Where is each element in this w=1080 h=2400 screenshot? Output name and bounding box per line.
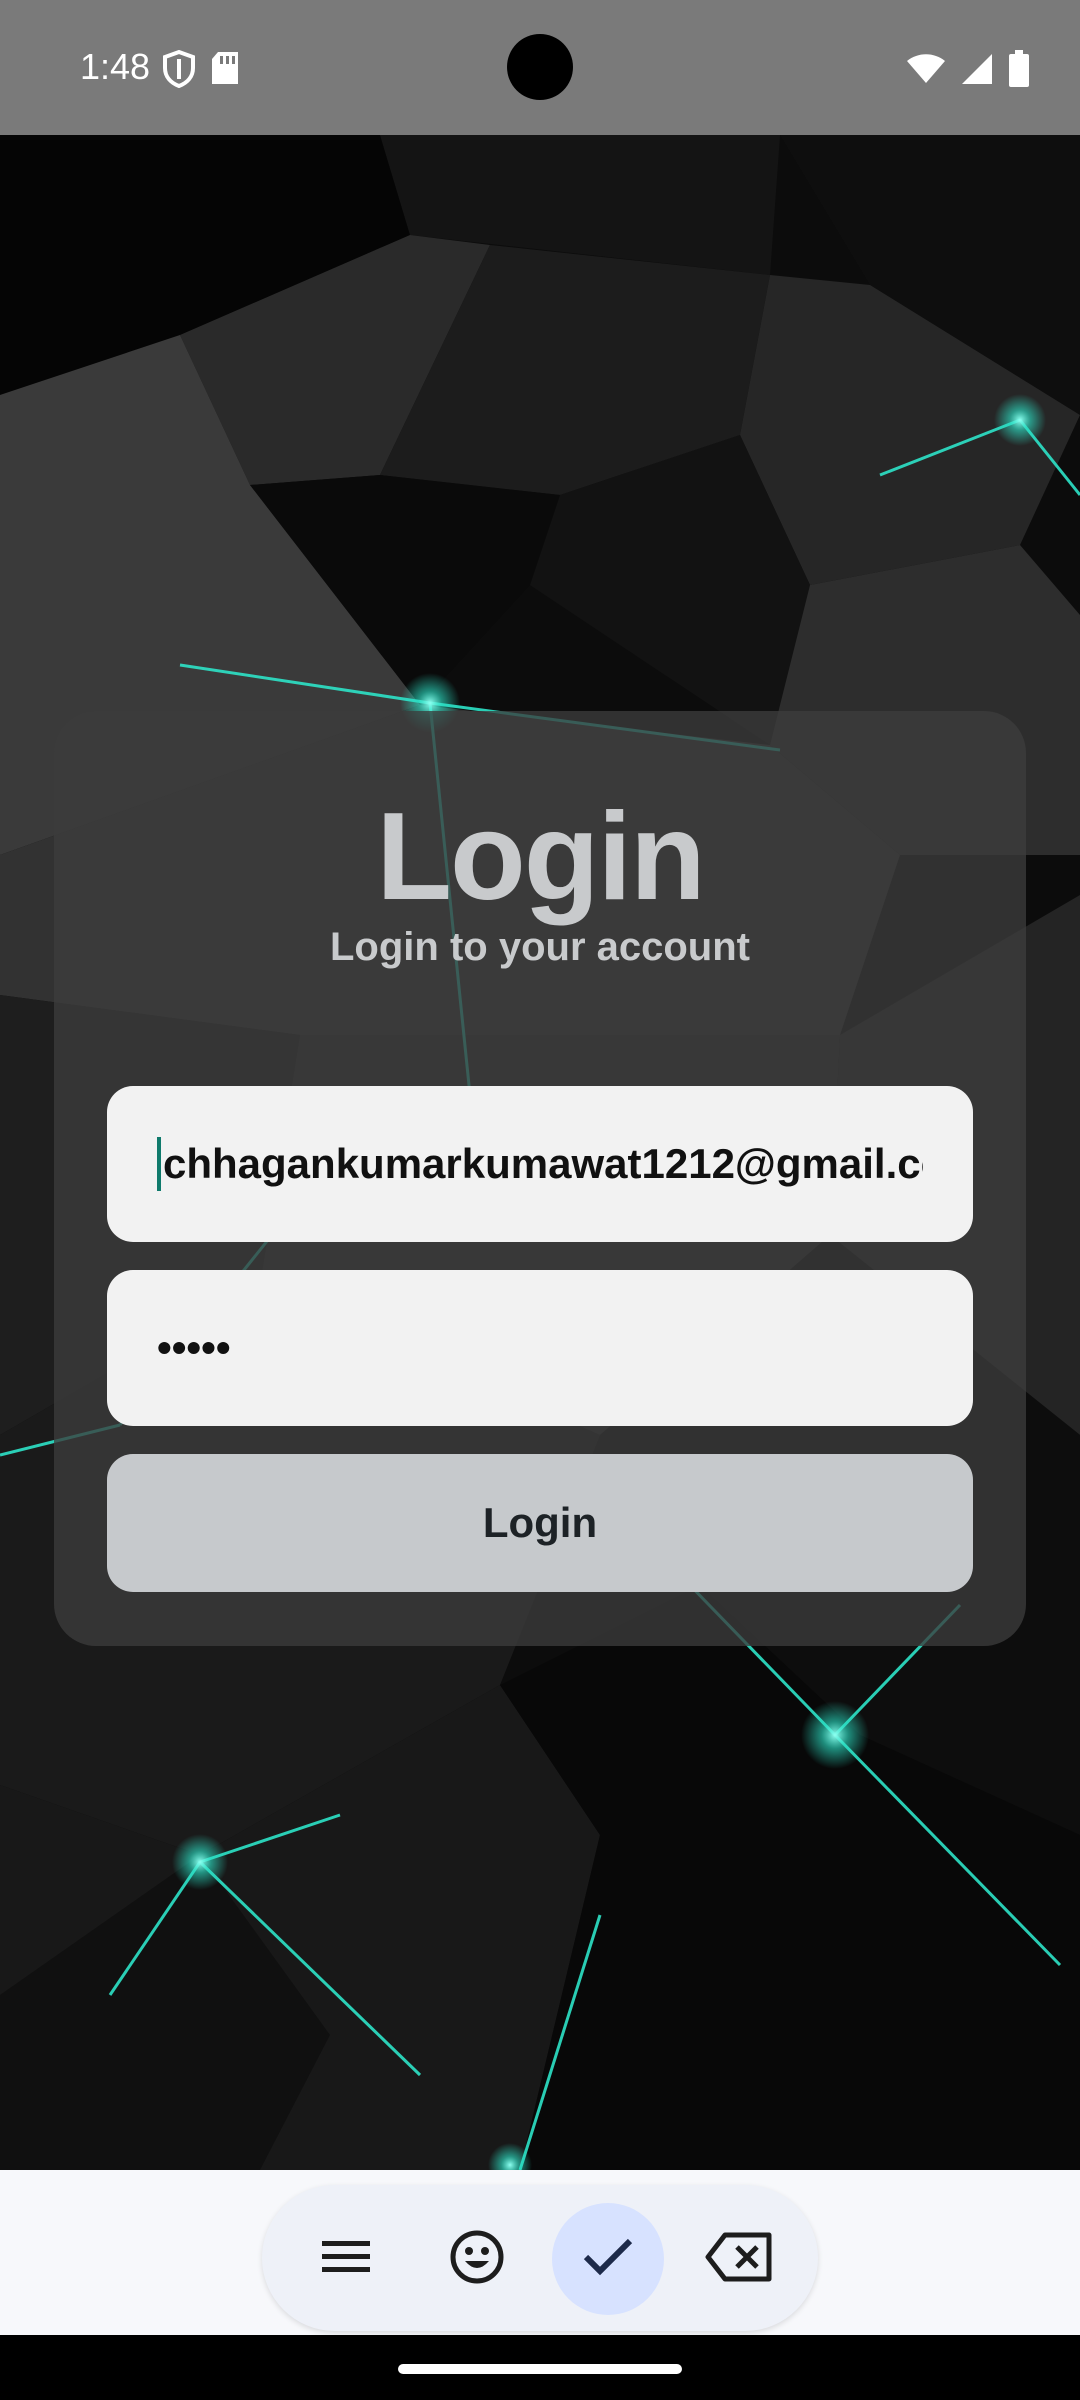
text-caret: [157, 1137, 161, 1191]
sd-card-icon: [210, 50, 240, 93]
status-time: 1:48: [80, 46, 151, 87]
signal-icon: [960, 52, 994, 91]
battery-icon: [1008, 50, 1030, 93]
menu-icon: [320, 2237, 372, 2282]
keyboard-toolbar: [0, 2170, 1080, 2335]
wifi-icon: [906, 53, 946, 90]
email-field[interactable]: chhagankumarkumawat1212@gmail.com: [107, 1086, 973, 1242]
emoji-icon: [449, 2229, 505, 2290]
keyboard-toolbar-pill: [262, 2185, 818, 2331]
password-value: •••••: [157, 1324, 231, 1371]
emoji-button[interactable]: [421, 2203, 533, 2315]
navigation-bar: [0, 2335, 1080, 2400]
status-bar: 1:48: [0, 0, 1080, 135]
password-field[interactable]: •••••: [107, 1270, 973, 1426]
done-button[interactable]: [552, 2203, 664, 2315]
shield-icon: [162, 49, 196, 93]
login-title: Login: [376, 788, 705, 926]
email-value: chhagankumarkumawat1212@gmail.com: [163, 1140, 923, 1187]
login-subtitle: Login to your account: [330, 925, 750, 969]
check-icon: [582, 2237, 634, 2282]
login-card: Login Login to your account chhagankumar…: [54, 711, 1026, 1646]
backspace-button[interactable]: [683, 2203, 795, 2315]
backspace-icon: [705, 2231, 773, 2288]
camera-cutout: [507, 34, 573, 100]
menu-button[interactable]: [290, 2203, 402, 2315]
home-gesture-handle[interactable]: [398, 2364, 682, 2374]
login-button[interactable]: Login: [107, 1454, 973, 1592]
